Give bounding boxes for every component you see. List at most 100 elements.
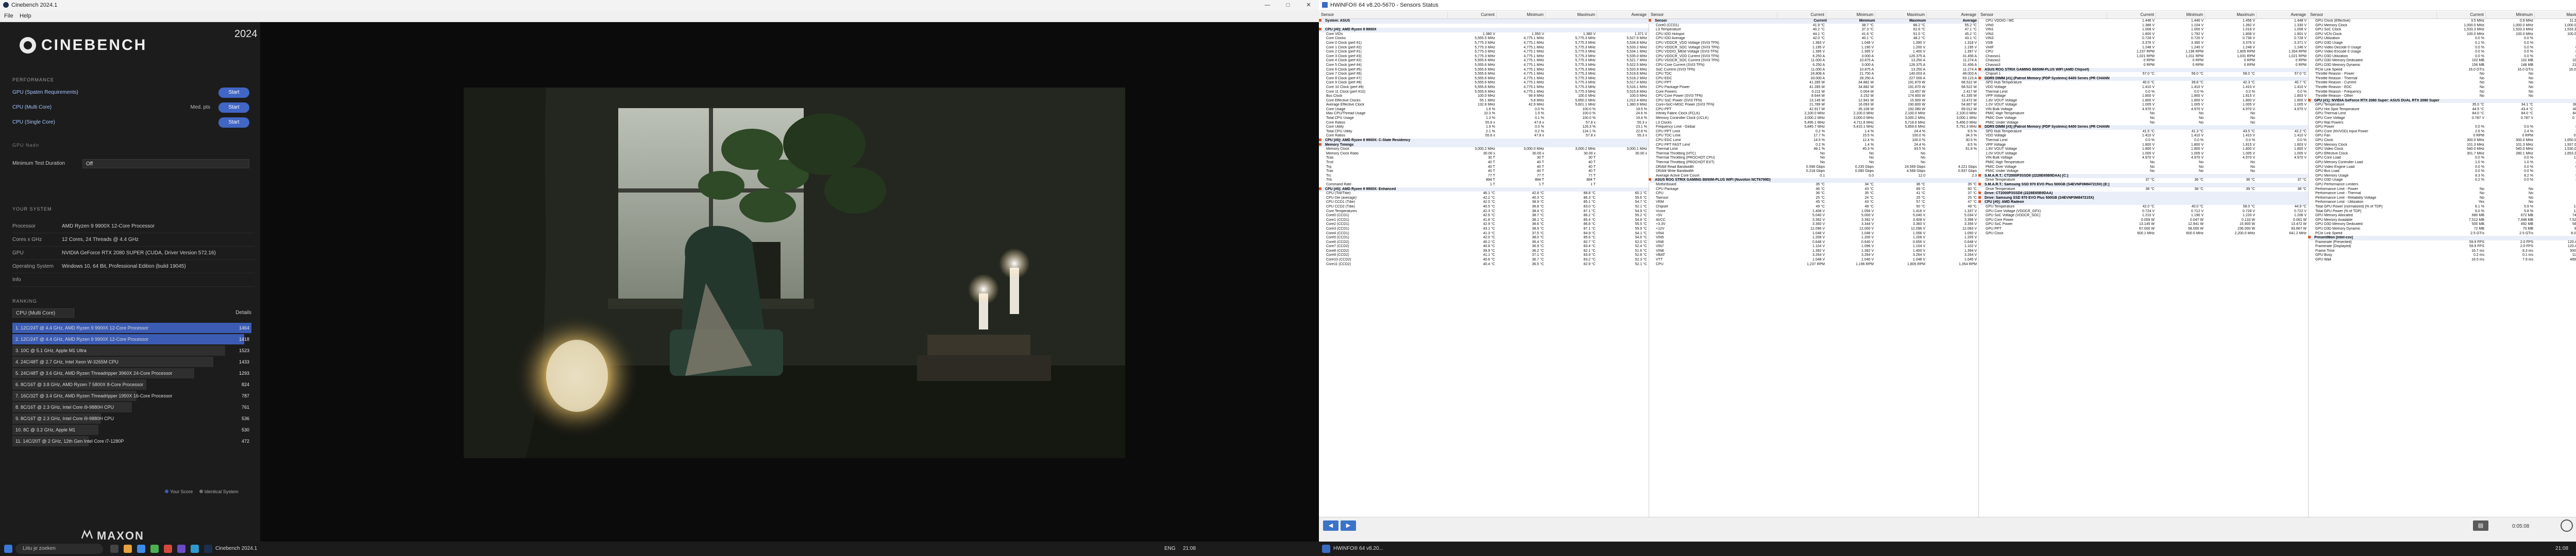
sensor-row[interactable]: Memory Clock 3,000.2 MHz 3,000.0 MHz 3,000.… bbox=[1319, 147, 1649, 152]
sensor-row[interactable]: CPU 1,237 RPM 1,196 RPM 1,805 RPM 1,354 RPM bbox=[1649, 263, 1978, 267]
sensor-row[interactable]: Framerate (Displayed) 59.9 FPS 2.0 FPS 120.… bbox=[2308, 245, 2576, 249]
sensor-row[interactable]: Core Ratios 55.6 x 47.8 x 57.8 x 55.3 x bbox=[1319, 121, 1649, 126]
sensor-header-row[interactable]: SensorCurrentMinimumMaximumAverage bbox=[2308, 11, 2576, 19]
sensor-group-row[interactable]: DDR5 DIMM [#1] (Patriot Memory (PDP Syst… bbox=[1978, 76, 2308, 81]
sensor-row[interactable]: Thermal Throttling (PROCHOT EXT) No No No bbox=[1649, 161, 1978, 165]
ranking-item[interactable]: 4. 24C/48T @ 2.7 GHz, Intel Xeon W-3265M… bbox=[12, 357, 251, 367]
sensor-row[interactable]: SPD Hub Temperature 40.0 °C 39.8 °C 42.3 °C… bbox=[1978, 81, 2308, 85]
sensor-header-row[interactable]: SensorCurrentMinimumMaximumAverage bbox=[1649, 11, 1978, 19]
sensor-row[interactable]: GPU Clock (Effective) 3.5 MHz 0.9 MHz 11.2 … bbox=[2308, 19, 2576, 24]
sensor-row[interactable]: Core Effective Clocks 55.1 MHz 5.8 MHz 5,65… bbox=[1319, 99, 1649, 103]
sensor-row[interactable]: Core Clocks 5,555.5 MHz 4,775.1 MHz 5,775.3… bbox=[1319, 37, 1649, 41]
sensor-row[interactable]: GPU SoC Power 13.145 W 12.941 W 15.900 W 13.… bbox=[1978, 222, 2308, 227]
sensor-row[interactable]: CPU CCD2 (Tdie) 40.5 °C 36.8 °C 83.0 °C 52.1… bbox=[1319, 205, 1649, 210]
close-button[interactable]: ✕ bbox=[1298, 0, 1319, 10]
start-cpu-multi-button[interactable]: Start bbox=[218, 102, 249, 113]
ranking-item[interactable]: 1. 12C/24T @ 4.4 GHz, AMD Ryzen 9 9900X … bbox=[12, 323, 251, 333]
sensor-row[interactable]: Core+SoC+MISC Power (SVI3 TFN) 21.789 W 16… bbox=[1649, 103, 1978, 108]
sensor-row[interactable]: Tras 40 T 40 T 40 T bbox=[1319, 169, 1649, 174]
sensor-group-row[interactable]: System: ASUS bbox=[1319, 19, 1649, 24]
sensor-row[interactable]: Total GPU Power (normalized) [% of TDP] 6… bbox=[2308, 205, 2576, 210]
sensor-row[interactable]: Memory Controller Clock (UCLK) 3,000.2 MH… bbox=[1649, 116, 1978, 121]
sensor-row[interactable]: GPU Video Engine Load0.0 %0.0 %0.0 %0.0 … bbox=[2308, 165, 2576, 170]
sensor-header-row[interactable]: SensorCurrentMinimumMaximumAverage bbox=[1319, 11, 1649, 19]
sensor-row[interactable]: L3 Clocks 5,495.1 MHz 4,711.8 MHz 5,718.6 M… bbox=[1649, 121, 1978, 126]
sensor-row[interactable]: CPU TDC Limit 17.7 % 15.5 % 100.0 % 34.3 % bbox=[1649, 134, 1978, 138]
start-cpu-single-button[interactable]: Start bbox=[218, 117, 249, 128]
sensor-row[interactable]: GPU Fan0 RPM0 RPM0 RPM0 RPM bbox=[2308, 134, 2576, 138]
sensor-row[interactable]: Chipset 49 °C 48 °C 50 °C 49 °C bbox=[1649, 205, 1978, 210]
store-icon[interactable] bbox=[150, 545, 159, 553]
sensor-row[interactable]: CPU EDC Limit 14.5 % 12.4 % 100.0 % 30.5 % bbox=[1649, 138, 1978, 143]
sensor-row[interactable]: VIN6 0.648 V 0.640 V 0.656 V 0.648 V bbox=[1649, 240, 1978, 245]
column-header[interactable]: Average bbox=[2257, 11, 2308, 19]
sensor-row[interactable]: GPU Hot Spot Temperature 44.5 °C 43.4 °C 48… bbox=[2308, 108, 2576, 112]
app-icon-purple[interactable] bbox=[177, 545, 185, 553]
sensor-row[interactable]: Bus Clock 100.0 MHz 99.9 MHz 100.0 MHz 100.0… bbox=[1319, 94, 1649, 99]
sensor-row[interactable]: Frequency Limit - Global 5,845.7 MHz 5,415… bbox=[1649, 125, 1978, 130]
sensor-row[interactable]: VIN7 1.104 V 1.096 V 1.104 V 1.102 V bbox=[1649, 245, 1978, 249]
sensor-pane-2[interactable]: Sensor Current Minimum Maximum Average Sensor… bbox=[1649, 11, 1979, 517]
tray-clock[interactable]: 21:08 bbox=[1183, 546, 1196, 551]
sensor-row[interactable]: Core 5 Clock (perf #4) 5,555.6 MHz 4,775.1… bbox=[1319, 63, 1649, 68]
sensor-group-row[interactable]: GPU [#1]: NVIDIA GeForce RTX 2080 Super:… bbox=[2308, 98, 2576, 103]
sensor-row[interactable]: Core5 (CCD1) 42.0 °C 38.0 °C 85.6 °C 54.6 °C bbox=[1319, 236, 1649, 240]
sensor-row[interactable]: CPU IOD Average 42.0 °C 40.1 °C 48.2 °C 43.1… bbox=[1649, 37, 1978, 41]
ranking-item[interactable]: 9. 8C/16T @ 2.3 GHz, Intel Core i9-9880H… bbox=[12, 413, 251, 424]
sensor-row[interactable]: GPU Thermal Limit84.0 °C84.0 °C84.0 °C84… bbox=[2308, 112, 2576, 116]
sensor-row[interactable]: Throttle Reason - ThermalNoNoNo bbox=[2308, 77, 2576, 81]
sensor-row[interactable]: Core 2 Clock (perf #1) 5,775.3 MHz 4,775.1… bbox=[1319, 50, 1649, 55]
column-header[interactable]: Maximum bbox=[2535, 11, 2576, 19]
sensor-row[interactable]: Thermal Throttling (HTC) No No No bbox=[1649, 152, 1978, 157]
sensor-row[interactable]: VRM 45 °C 43 °C 57 °C 47 °C bbox=[1649, 200, 1978, 205]
start-gpu-button[interactable]: Start bbox=[218, 88, 249, 98]
sensor-row[interactable]: GPU D3D Utilization0.0 %0.0 %0.0 %0.0 % bbox=[2308, 55, 2576, 59]
column-header[interactable]: Minimum bbox=[2156, 11, 2205, 19]
sensor-row[interactable]: VDD Voltage 1.410 V 1.410 V 1.410 V 1.410 V bbox=[1978, 134, 2308, 138]
sensor-row[interactable]: GPU Wait16.5 ms7.9 ms489.0 ms16.8 ms bbox=[2308, 258, 2576, 263]
min-duration-select[interactable]: Off bbox=[82, 159, 249, 168]
task-view-icon[interactable] bbox=[110, 545, 118, 553]
sensor-row[interactable]: Core11 (CCD2) 40.4 °C 36.5 °C 82.9 °C 52.1 °… bbox=[1319, 263, 1649, 267]
sensor-row[interactable]: Throttle Reason - CurrentNoNoNo bbox=[2308, 81, 2576, 85]
sensor-row[interactable]: 1.0V VOUT Voltage 1.005 V 1.005 V 1.005 V 1.… bbox=[1978, 103, 2308, 108]
sensor-row[interactable]: PMIC Over Voltage No No No bbox=[1978, 165, 2308, 170]
sensor-row[interactable]: GPU Video Encode 0 Usage0.0 %0.0 %0.0 %0… bbox=[2308, 50, 2576, 55]
sensor-row[interactable]: Throttle Reason - FrequencyNoNoNo bbox=[2308, 90, 2576, 95]
sensor-row[interactable]: Max CPU/Thread Usage 10.3 % 1.9 % 100.0 % 24… bbox=[1319, 112, 1649, 116]
sensor-row[interactable]: CPU Core Current (SVI3 TFN) 6.250 A 3.000 … bbox=[1649, 63, 1978, 68]
sensor-group-row[interactable]: Drive: Samsung SSD 970 EVO Plus 500GB (S… bbox=[1978, 196, 2308, 201]
details-toggle[interactable]: Details bbox=[235, 310, 251, 316]
sensor-row[interactable]: GPU D3D Usage0.1 %0.0 %1.7 %0.1 % bbox=[2308, 41, 2576, 46]
sensor-row[interactable]: Core 1 Clock (perf #2) 5,775.3 MHz 4,775.1… bbox=[1319, 46, 1649, 50]
sensor-row[interactable]: Core3 (CCD1) 43.1 °C 38.9 °C 87.1 °C 55.9 °C bbox=[1319, 227, 1649, 232]
sensor-row[interactable]: 1.0V VOUT Voltage 1.005 V 1.005 V 1.005 V 1.… bbox=[1978, 152, 2308, 157]
sensor-row[interactable]: 1.8V VOUT Voltage 1.800 V 1.800 V 1.800 V 1.… bbox=[1978, 147, 2308, 152]
nav-back-button[interactable]: ◀ bbox=[1323, 520, 1338, 531]
sensor-row[interactable]: PMIC Under Voltage No No No bbox=[1978, 169, 2308, 174]
sensor-row[interactable]: GPU Utilization0.0 %0.0 %2.0 %0.1 % bbox=[2308, 37, 2576, 41]
sensor-row[interactable]: GPU Rail Powers bbox=[2308, 121, 2576, 126]
sensor-row[interactable]: VIN Bulk Voltage 4.970 V 4.970 V 4.970 V 4.9… bbox=[1978, 156, 2308, 161]
sensor-row[interactable] bbox=[1319, 24, 1649, 28]
sensor-row[interactable]: VPP Voltage 1.800 V 1.800 V 1.815 V 1.803 V bbox=[1978, 94, 2308, 99]
cinebench-task-icon[interactable] bbox=[204, 545, 212, 553]
sensor-row[interactable]: CPU PPT Limit 0.2 % 1.4 % 24.4 % 8.5 % bbox=[1649, 130, 1978, 134]
column-header[interactable]: Sensor bbox=[1978, 11, 2107, 19]
sensor-row[interactable]: VIN1 1.008 V 1.000 V 1.016 V 1.008 V bbox=[1978, 28, 2308, 32]
sensor-group-row[interactable]: Memory Timings bbox=[1319, 143, 1649, 148]
sensor-row[interactable]: Core 4 Clock (perf #2) 5,555.6 MHz 4,775.1… bbox=[1319, 59, 1649, 63]
sensor-row[interactable]: GPU Memory Usage8.3 %8.2 %9.1 %8.3 % bbox=[2308, 174, 2576, 179]
sensor-row[interactable]: CPU VDDIO_MEM Voltage (SVI3 TFN) 1.395 V 1… bbox=[1649, 50, 1978, 55]
sensor-row[interactable]: VTT 1.048 V 1.040 V 1.048 V 1.045 V bbox=[1649, 258, 1978, 263]
sensor-row[interactable]: Vcore 1.408 V 1.056 V 1.416 V 1.337 V bbox=[1649, 210, 1978, 214]
sensor-row[interactable]: GPU Core (NVVDD) Input Power 2.6 % 2.4 %3.… bbox=[2308, 130, 2576, 134]
sensor-row[interactable]: Thermal Throttling (PROCHOT CPU) No No No bbox=[1649, 156, 1978, 161]
sensor-row[interactable]: CPU IOD Hotspot 44.1 °C 41.6 °C 51.0 °C 45.2… bbox=[1649, 32, 1978, 37]
sensor-row[interactable]: GPU Core Voltage0.787 V0.787 V0.787 V0.7… bbox=[2308, 116, 2576, 121]
sensor-row[interactable]: Core1 (CCD1) 41.8 °C 38.1 °C 85.4 °C 54.8 °C bbox=[1319, 218, 1649, 223]
sensor-row[interactable]: Core 6 Clock (perf #5) 5,555.6 MHz 4,775.1… bbox=[1319, 68, 1649, 73]
column-header[interactable]: Minimum bbox=[2486, 11, 2535, 19]
sensor-row[interactable]: GPU D3D Memory Dynamic72 MB70 MB95 MB73 … bbox=[2308, 227, 2576, 232]
sensor-row[interactable]: GPU Clock 600.1 MHz 600.0 MHz 2,200.0 MHz 64… bbox=[1978, 232, 2308, 236]
